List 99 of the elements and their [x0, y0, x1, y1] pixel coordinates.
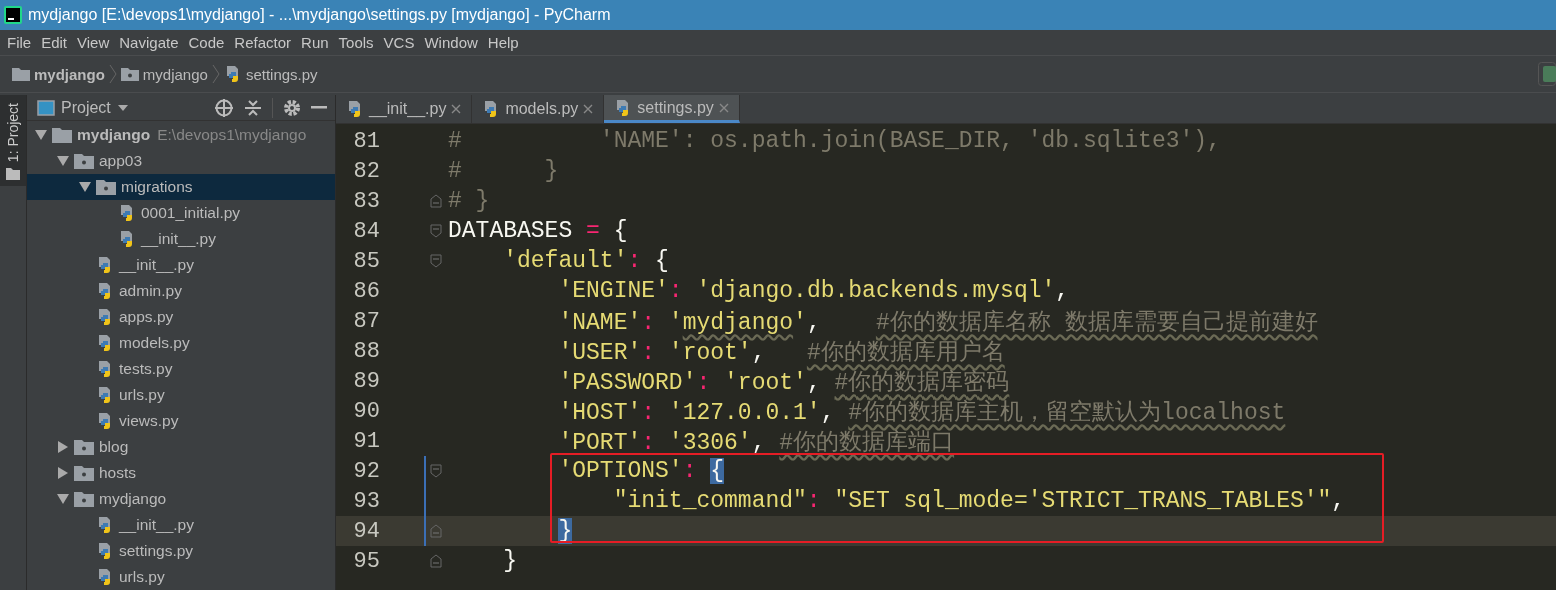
line-number: 92 [352, 458, 380, 484]
editor-tab[interactable]: settings.py [604, 95, 740, 123]
line-number: 93 [352, 488, 380, 514]
code-line: 'PASSWORD': 'root', #你的数据库密码 [557, 368, 1010, 397]
window-icon [37, 99, 55, 116]
tree-item[interactable]: __init__.py [27, 226, 335, 252]
tree-item[interactable]: app03 [27, 148, 335, 174]
caret-icon[interactable] [57, 156, 69, 166]
menu-item[interactable]: VCS [378, 30, 420, 55]
code-line: "init_command": "SET sql_mode='STRICT_TRANS_TABLES'", [612, 488, 1346, 514]
caret-icon[interactable] [58, 467, 68, 479]
fold-marker-icon[interactable] [430, 254, 442, 268]
code-line: # } [448, 158, 559, 184]
line-number: 81 [352, 128, 380, 154]
menu-item[interactable]: Code [183, 30, 230, 55]
menu-item[interactable]: Run [296, 30, 334, 55]
tree-item[interactable]: views.py [27, 408, 335, 434]
code-line: 'USER': 'root', #你的数据库用户名 [557, 338, 1005, 367]
code-line: DATABASES = { [448, 218, 628, 244]
close-icon[interactable] [451, 104, 462, 114]
locate-icon[interactable] [214, 97, 234, 118]
tree-item[interactable]: models.py [27, 330, 335, 356]
tree-item[interactable]: mydjango E:\devops1\mydjango [27, 122, 335, 148]
line-number: 85 [352, 248, 380, 274]
fold-marker-icon[interactable] [430, 524, 442, 538]
line-number: 95 [352, 548, 380, 574]
line-number: 83 [352, 188, 380, 214]
chevron-icon [211, 64, 220, 84]
chevron-icon [108, 64, 117, 84]
fold-marker-icon[interactable] [430, 554, 442, 568]
folder-icon [120, 67, 139, 81]
settings-icon[interactable] [283, 98, 301, 117]
project-view-dropdown[interactable]: Project [37, 98, 129, 117]
project-tool-button[interactable]: 1: Project [0, 95, 26, 187]
line-number: 94 [352, 518, 380, 544]
app-logo-icon [4, 6, 22, 24]
project-path: E:\devops1\mydjango [157, 126, 307, 144]
tree-item[interactable]: admin.py [27, 278, 335, 304]
tree-item[interactable]: hosts [27, 460, 335, 486]
line-number: 88 [352, 338, 380, 364]
tree-item[interactable]: migrations [27, 174, 335, 200]
menu-item[interactable]: Refactor [229, 30, 297, 55]
code-line: 'ENGINE': 'django.db.backends.mysql', [557, 278, 1070, 304]
folder-icon [74, 465, 94, 481]
fold-marker-icon[interactable] [430, 224, 442, 238]
caret-icon[interactable] [57, 494, 69, 504]
tree-item[interactable]: 0001_initial.py [27, 200, 335, 226]
menu-item[interactable]: Edit [36, 30, 73, 55]
fold-marker-icon[interactable] [430, 464, 442, 478]
folder-icon [74, 153, 94, 169]
menu-item[interactable]: Navigate [114, 30, 184, 55]
tree-item[interactable]: urls.py [27, 382, 335, 408]
folder-icon [74, 491, 94, 507]
line-number: 87 [352, 308, 380, 334]
code-line: # } [448, 188, 490, 214]
line-number: 90 [352, 398, 380, 424]
code-line: 'HOST': '127.0.0.1', #你的数据库主机，留空默认为localhost [557, 398, 1286, 427]
code-line: 'NAME': 'mydjango', #你的数据库名称 数据库需要自己提前建好 [557, 308, 1318, 337]
window-title: mydjango [E:\devops1\mydjango] - ...\mydjango\settings.py [mydjango] - PyCharm [28, 6, 611, 24]
tree-item[interactable]: __init__.py [27, 252, 335, 278]
line-number: 82 [352, 158, 380, 184]
caret-icon[interactable] [35, 130, 47, 140]
line-number: 86 [352, 278, 380, 304]
folder-icon [74, 439, 94, 455]
code-line: 'default': { [502, 248, 669, 274]
caret-icon[interactable] [79, 182, 91, 192]
tree-item[interactable]: apps.py [27, 304, 335, 330]
menu-item[interactable]: File [2, 30, 37, 55]
editor-tab[interactable]: __init__.py [336, 95, 473, 123]
menu-item[interactable]: Tools [333, 30, 379, 55]
tree-item[interactable]: tests.py [27, 356, 335, 382]
tree-item[interactable]: settings.py [27, 538, 335, 564]
collapse-all-icon[interactable] [244, 97, 262, 118]
line-number: 89 [352, 368, 380, 394]
breadcrumb-item[interactable]: settings.py [221, 65, 320, 83]
menu-item[interactable]: View [72, 30, 115, 55]
folder-icon [52, 127, 72, 143]
minimize-icon[interactable] [311, 105, 327, 110]
close-icon[interactable] [583, 104, 594, 114]
code-line: # 'NAME': os.path.join(BASE_DIR, 'db.sqlite3'), [448, 128, 1221, 154]
tree-item[interactable]: __init__.py [27, 512, 335, 538]
caret-icon[interactable] [58, 441, 68, 453]
menu-item[interactable]: Help [482, 30, 524, 55]
line-number: 84 [352, 218, 380, 244]
breadcrumb-item[interactable]: mydjango [10, 65, 107, 83]
caret-icon [116, 103, 129, 112]
folder-icon [6, 168, 20, 181]
menu-item[interactable]: Window [419, 30, 483, 55]
folder-icon [12, 67, 30, 81]
code-line: } [502, 548, 517, 574]
tree-item[interactable]: blog [27, 434, 335, 460]
line-number: 91 [352, 428, 380, 454]
folder-icon [96, 179, 116, 195]
tree-item[interactable]: urls.py [27, 564, 335, 590]
code-line: 'OPTIONS': { [557, 458, 725, 484]
tree-item[interactable]: mydjango [27, 486, 335, 512]
code-line: 'PORT': '3306', #你的数据库端口 [557, 428, 955, 457]
fold-marker-icon[interactable] [430, 194, 442, 208]
breadcrumb-item[interactable]: mydjango [118, 65, 210, 83]
